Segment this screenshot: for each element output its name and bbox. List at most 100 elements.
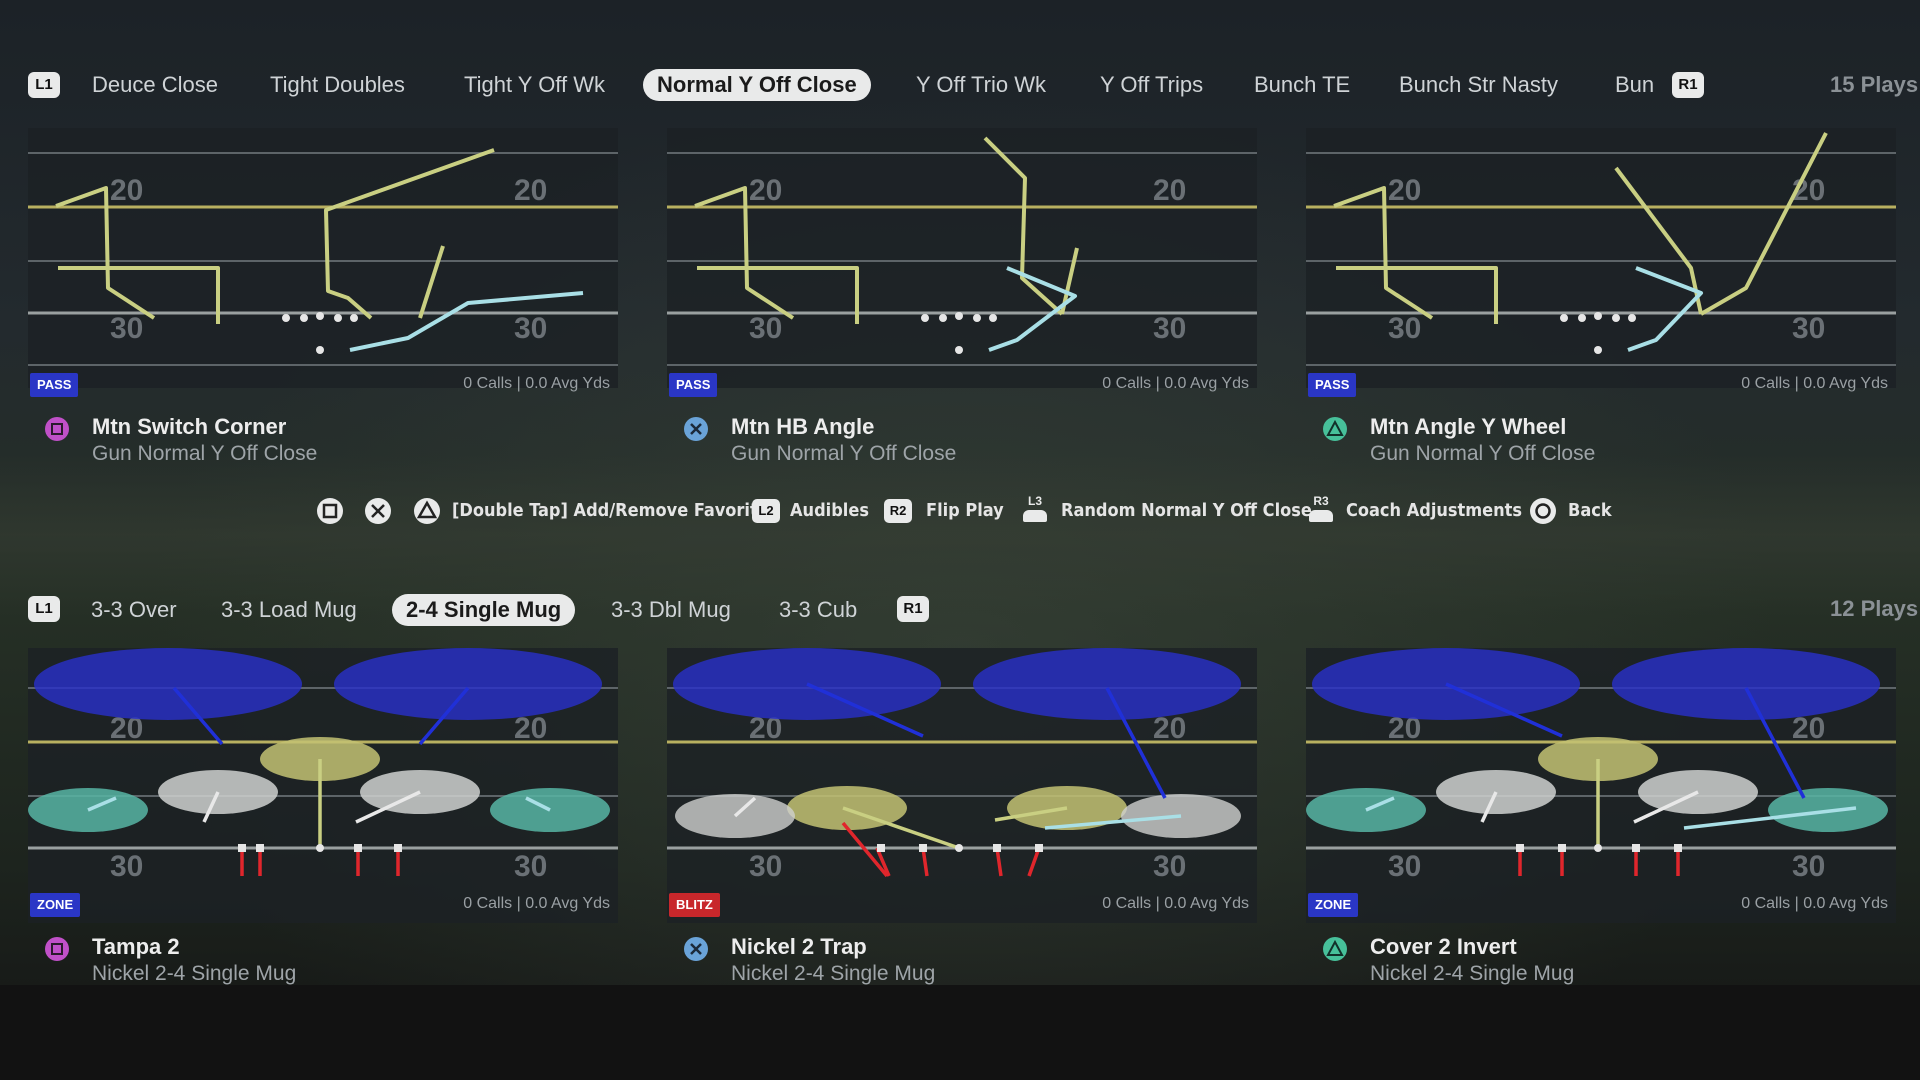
field-numbers: 20 30 20 30 — [749, 174, 1186, 345]
offense-tab-6[interactable]: Bunch TE — [1240, 69, 1364, 101]
triangle-button-icon[interactable] — [412, 496, 442, 526]
play-name: Mtn Angle Y Wheel — [1370, 414, 1567, 439]
r3-label: R3 — [1313, 494, 1329, 508]
yard-number: 30 — [1153, 312, 1186, 345]
play-stats: 0 Calls | 0.0 Avg Yds — [463, 375, 610, 392]
play-name: Nickel 2 Trap — [731, 934, 867, 959]
play-formation: Nickel 2-4 Single Mug — [731, 962, 936, 985]
players — [921, 312, 997, 354]
r1-button-offense[interactable]: R1 — [1672, 72, 1704, 98]
defense-tab-0[interactable]: 3-3 Over — [77, 594, 191, 626]
yard-number: 20 — [749, 174, 782, 207]
play-type-tag: BLITZ — [669, 893, 720, 917]
play-stats: 0 Calls | 0.0 Avg Yds — [1741, 375, 1888, 392]
players — [282, 312, 358, 354]
play-diagram: 20 30 20 30 — [1306, 648, 1896, 923]
yard-number: 30 — [1153, 850, 1186, 883]
play-stats: 0 Calls | 0.0 Avg Yds — [1741, 895, 1888, 912]
defense-tab-3[interactable]: 3-3 Dbl Mug — [597, 594, 745, 626]
cross-button-icon — [684, 417, 708, 441]
r3-stick-icon[interactable]: R3 — [1306, 494, 1336, 528]
yard-number: 30 — [1388, 850, 1421, 883]
square-button-icon — [45, 937, 69, 961]
defense-formation-tabs: L1 3-3 Over 3-3 Load Mug 2-4 Single Mug … — [0, 590, 1920, 630]
l3-stick-icon[interactable]: L3 — [1020, 494, 1050, 528]
defense-play-card-0[interactable]: 20 30 20 30 ZONE 0 Calls | 0.0 Avg Yds T… — [28, 648, 618, 993]
yard-number: 30 — [749, 850, 782, 883]
l1-button-defense[interactable]: L1 — [28, 596, 60, 622]
players — [1560, 312, 1636, 354]
defense-play-card-2[interactable]: 20 30 20 30 ZONE 0 Calls | 0.0 Avg Yds C… — [1306, 648, 1896, 993]
back-hint: Back — [1568, 500, 1612, 521]
offense-play-card-1[interactable]: 20 30 20 30 PASS 0 Calls | 0.0 Avg Yds M… — [667, 128, 1257, 473]
controls-legend: [Double Tap] Add/Remove Favorite L2 Audi… — [0, 492, 1920, 532]
play-name: Mtn HB Angle — [731, 414, 875, 439]
l2-button[interactable]: L2 — [752, 499, 780, 523]
play-diagram: 20 30 20 30 — [28, 648, 618, 923]
defense-tab-1[interactable]: 3-3 Load Mug — [207, 594, 371, 626]
yard-number: 30 — [514, 850, 547, 883]
offense-tab-7[interactable]: Bunch Str Nasty — [1385, 69, 1572, 101]
cross-button-icon[interactable] — [363, 496, 393, 526]
r1-button-defense[interactable]: R1 — [897, 596, 929, 622]
square-button-icon[interactable] — [315, 496, 345, 526]
offense-tab-active[interactable]: Normal Y Off Close — [643, 69, 871, 101]
play-formation: Gun Normal Y Off Close — [1370, 442, 1596, 465]
offense-tab-0[interactable]: Deuce Close — [78, 69, 232, 101]
play-formation: Nickel 2-4 Single Mug — [1370, 962, 1575, 985]
play-formation: Gun Normal Y Off Close — [731, 442, 957, 465]
offense-formation-tabs: L1 Deuce Close Tight Doubles Tight Y Off… — [0, 65, 1920, 105]
yard-number: 30 — [1792, 312, 1825, 345]
play-stats: 0 Calls | 0.0 Avg Yds — [1102, 895, 1249, 912]
audibles-hint: Audibles — [790, 500, 869, 521]
play-name: Tampa 2 — [92, 934, 180, 959]
l1-button-offense[interactable]: L1 — [28, 72, 60, 98]
offense-tab-1[interactable]: Tight Doubles — [256, 69, 419, 101]
play-name: Mtn Switch Corner — [92, 414, 287, 439]
r2-button[interactable]: R2 — [884, 499, 912, 523]
defense-play-count: 12 Plays — [1830, 596, 1919, 621]
yard-number: 20 — [110, 174, 143, 207]
l3-label: L3 — [1027, 494, 1042, 508]
yard-number: 20 — [514, 174, 547, 207]
circle-button-icon[interactable] — [1528, 496, 1558, 526]
play-type-tag: PASS — [669, 373, 718, 397]
yard-number: 30 — [749, 312, 782, 345]
play-type-tag: PASS — [1308, 373, 1357, 397]
coach-adjustments-hint: Coach Adjustments — [1346, 500, 1523, 521]
play-diagram: 20 30 20 30 PASS 0 Calls | 0.0 Avg Yds — [1306, 128, 1896, 397]
favorite-hint: [Double Tap] Add/Remove Favorite — [452, 500, 769, 521]
play-formation: Nickel 2-4 Single Mug — [92, 962, 297, 985]
offense-tab-8[interactable]: Bun — [1601, 69, 1668, 101]
offense-play-card-2[interactable]: 20 30 20 30 PASS 0 Calls | 0.0 Avg Yds M… — [1306, 128, 1896, 473]
play-diagram: 20 30 20 30 PASS 0 Calls | 0.0 Avg Yds — [28, 128, 618, 397]
play-type-tag: ZONE — [30, 893, 81, 917]
random-play-hint: Random Normal Y Off Close — [1061, 500, 1312, 521]
play-stats: 0 Calls | 0.0 Avg Yds — [1102, 375, 1249, 392]
offense-play-card-0[interactable]: 20 30 20 30 PASS 0 Calls | 0.0 Avg Yds M… — [28, 128, 618, 473]
defense-tab-4[interactable]: 3-3 Cub — [765, 594, 871, 626]
square-button-icon — [45, 417, 69, 441]
offense-tab-5[interactable]: Y Off Trips — [1086, 69, 1217, 101]
cross-button-icon — [684, 937, 708, 961]
play-diagram: 20 30 20 30 — [667, 648, 1257, 923]
yard-number: 20 — [1153, 174, 1186, 207]
defense-play-card-1[interactable]: 20 30 20 30 BLITZ 0 Calls | 0.0 Avg Yds … — [667, 648, 1257, 993]
yard-number: 30 — [110, 850, 143, 883]
play-type-tag: PASS — [30, 373, 79, 397]
yard-number: 30 — [514, 312, 547, 345]
play-diagram: 20 30 20 30 PASS 0 Calls | 0.0 Avg Yds — [667, 128, 1257, 397]
play-formation: Gun Normal Y Off Close — [92, 442, 318, 465]
yard-number: 30 — [1388, 312, 1421, 345]
triangle-button-icon — [1323, 937, 1347, 961]
triangle-button-icon — [1323, 417, 1347, 441]
play-type-tag: ZONE — [1308, 893, 1359, 917]
yard-number: 30 — [1792, 850, 1825, 883]
defense-tab-active[interactable]: 2-4 Single Mug — [392, 594, 576, 626]
offense-tab-4[interactable]: Y Off Trio Wk — [902, 69, 1060, 101]
offense-play-count: 15 Plays — [1830, 72, 1919, 97]
footer-bar — [0, 985, 1920, 1080]
offense-tab-2[interactable]: Tight Y Off Wk — [450, 69, 619, 101]
play-stats: 0 Calls | 0.0 Avg Yds — [463, 895, 610, 912]
yard-number: 20 — [1388, 174, 1421, 207]
